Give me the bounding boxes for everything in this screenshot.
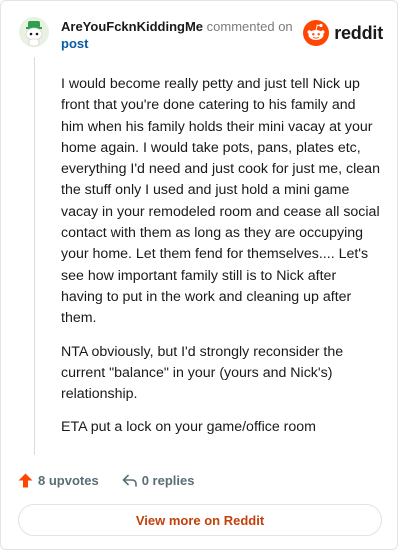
reddit-wordmark: reddit (334, 22, 383, 43)
comment-paragraph: I would become really petty and just tel… (61, 76, 380, 327)
username-link[interactable]: AreYouFcknKiddingMe (61, 19, 203, 34)
reply-count: 0 replies (141, 472, 195, 488)
comment-card: AreYouFcknKiddingMe commented on post re… (0, 0, 398, 550)
reddit-logo-icon (303, 20, 330, 46)
user-avatar[interactable] (19, 17, 49, 47)
commented-on-text: commented on (206, 19, 293, 34)
comment-meta: AreYouFcknKiddingMe commented on post (61, 18, 293, 52)
reddit-brand[interactable]: reddit (303, 20, 383, 46)
comment-header: AreYouFcknKiddingMe commented on post re… (17, 15, 383, 55)
upvote-count: 8 upvotes (38, 472, 99, 488)
post-link[interactable]: post (61, 36, 88, 51)
upvote-arrow-icon (18, 473, 33, 487)
thread-line (34, 57, 35, 455)
reply-arrow-icon (122, 474, 137, 487)
reply-button[interactable]: 0 replies (121, 472, 195, 489)
comment-paragraph: ETA put a lock on your game/office room (61, 419, 316, 436)
comment-actions: 8 upvotes 0 replies (17, 471, 194, 489)
comment-paragraph: NTA obviously, but I'd strongly reconsid… (61, 343, 344, 403)
view-more-button[interactable]: View more on Reddit (18, 504, 382, 536)
upvote-button[interactable]: 8 upvotes (17, 472, 99, 489)
snoo-avatar-icon (19, 17, 49, 47)
comment-body: I would become really petty and just tel… (61, 74, 381, 451)
